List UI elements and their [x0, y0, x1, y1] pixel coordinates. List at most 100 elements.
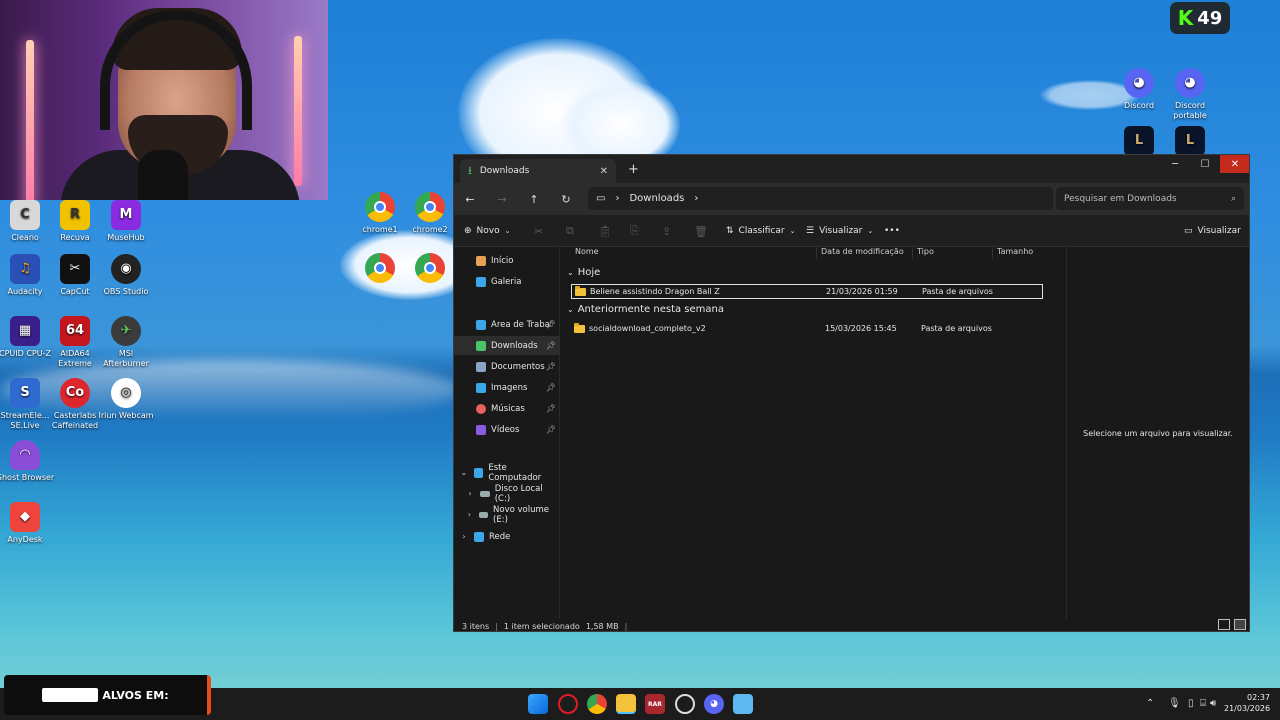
- monitor-icon: ▭: [596, 193, 606, 204]
- share-icon[interactable]: ⇪: [662, 223, 671, 239]
- chrome-icon: [415, 253, 445, 283]
- network-icon[interactable]: ⌸: [1200, 698, 1206, 709]
- sidebar-item-drive-c[interactable]: › Disco Local (C:): [454, 484, 560, 504]
- clock[interactable]: 02:37 21/03/2026: [1224, 692, 1270, 714]
- volume-icon[interactable]: 🔊︎: [1210, 698, 1216, 709]
- sidebar-item-music[interactable]: Músicas 📌︎: [454, 399, 560, 418]
- webcam-feed: [0, 0, 328, 200]
- refresh-button[interactable]: ↻: [558, 191, 574, 207]
- home-icon: [476, 255, 486, 266]
- desktop-icon-ghost-browser[interactable]: ◠ Ghost Browser: [0, 440, 56, 483]
- copy-icon[interactable]: ⧉: [566, 223, 574, 239]
- sidebar-item-gallery[interactable]: Galeria: [454, 272, 560, 291]
- device-icon[interactable]: ▯: [1188, 698, 1194, 709]
- chevron-up-icon[interactable]: ⌃: [1146, 698, 1154, 709]
- maximize-button[interactable]: ☐: [1190, 155, 1220, 173]
- discord-icon[interactable]: ◕: [704, 694, 724, 714]
- group-header-today[interactable]: ⌄ Hoje: [567, 267, 600, 278]
- chrome-icon[interactable]: [587, 694, 607, 714]
- desktop-icon-msi[interactable]: ✈ MSI Afterburner: [95, 316, 157, 369]
- search-input[interactable]: Pesquisar em Downloads ⌕: [1056, 187, 1244, 210]
- chevron-right-icon[interactable]: ›: [464, 510, 475, 519]
- column-header-name[interactable]: Nome: [575, 247, 817, 259]
- view-button[interactable]: ☰ Visualizar ⌄: [806, 223, 873, 239]
- address-bar: ← → ↑ ↻ ▭ › Downloads › Pesquisar em Dow…: [454, 183, 1249, 215]
- github-desktop-icon[interactable]: [675, 694, 695, 714]
- breadcrumb[interactable]: ▭ › Downloads ›: [588, 187, 1053, 210]
- sidebar-item-pictures[interactable]: Imagens 📌︎: [454, 378, 560, 397]
- preview-pane: Selecione um arquivo para visualizar.: [1066, 247, 1249, 619]
- pin-icon: 📌︎: [545, 341, 556, 350]
- sidebar-item-videos[interactable]: Vídeos 📌︎: [454, 420, 560, 439]
- sidebar-item-this-pc[interactable]: ⌄ Este Computador: [454, 463, 560, 483]
- desktop-icon-chrome4[interactable]: [399, 253, 461, 286]
- computer-icon: [473, 467, 484, 478]
- new-button[interactable]: ⊕ Novo ⌄: [464, 223, 511, 239]
- desktop-icon-chrome2[interactable]: chrome2: [399, 192, 461, 235]
- desktop-icon-anydesk[interactable]: ◆ AnyDesk: [0, 502, 56, 545]
- iriun-icon: ◎: [111, 378, 141, 408]
- details-pane-button[interactable]: ▭ Visualizar: [1184, 223, 1241, 239]
- column-header-size[interactable]: Tamanho: [997, 247, 1065, 259]
- rename-icon[interactable]: ⎘: [630, 223, 639, 239]
- search-placeholder: Pesquisar em Downloads: [1064, 193, 1177, 204]
- delete-icon[interactable]: 🗑︎: [694, 223, 708, 239]
- breadcrumb-downloads[interactable]: Downloads: [629, 193, 684, 204]
- selected-count: 1 item selecionado: [503, 621, 580, 631]
- recuva-icon: R: [60, 200, 90, 230]
- chrome-icon: [365, 253, 395, 283]
- up-button[interactable]: ↑: [526, 191, 542, 207]
- pin-icon: 📌︎: [545, 404, 556, 413]
- more-button[interactable]: •••: [884, 223, 900, 239]
- sidebar-item-drive-e[interactable]: › Novo volume (E:): [454, 505, 560, 525]
- sidebar-item-desktop[interactable]: Área de Trabalho📌︎: [454, 315, 560, 334]
- list-item[interactable]: Beliene assistindo Dragon Ball Z 21/03/2…: [571, 284, 1043, 299]
- sort-button[interactable]: ⇅ Classificar ⌄: [726, 223, 795, 239]
- details-view-icon[interactable]: [1218, 619, 1230, 630]
- new-tab-button[interactable]: +: [628, 162, 639, 177]
- sidebar-item-home[interactable]: Início: [454, 251, 560, 270]
- forward-button[interactable]: →: [494, 191, 510, 207]
- close-button[interactable]: ✕: [1220, 155, 1249, 173]
- chevron-right-icon[interactable]: ›: [458, 532, 470, 541]
- close-tab-icon[interactable]: ✕: [600, 166, 608, 177]
- cut-icon[interactable]: ✂: [534, 223, 543, 239]
- microphone-icon[interactable]: 🎙︎: [1168, 698, 1181, 709]
- msi-icon: ✈: [111, 316, 141, 346]
- notepad-icon[interactable]: [733, 694, 753, 714]
- column-header-date[interactable]: Data de modificação: [821, 247, 913, 259]
- chevron-down-icon: ⌄: [567, 268, 574, 277]
- paste-icon[interactable]: 📋︎: [598, 223, 612, 239]
- chevron-right-icon[interactable]: ›: [464, 489, 476, 498]
- sidebar-item-downloads[interactable]: Downloads 📌︎: [454, 336, 560, 355]
- chevron-down-icon[interactable]: ⌄: [458, 468, 470, 477]
- group-header-this-week[interactable]: ⌄ Anteriormente nesta semana: [567, 304, 724, 315]
- league-icon: L: [1124, 126, 1154, 156]
- column-header-type[interactable]: Tipo: [917, 247, 993, 259]
- minimize-button[interactable]: ─: [1160, 155, 1190, 173]
- desktop-icon-iriun[interactable]: ◎ Iriun Webcam: [95, 378, 157, 421]
- clock-time: 02:37: [1247, 693, 1271, 702]
- list-item[interactable]: socialdownload_completo_v2 15/03/2026 15…: [571, 321, 1043, 336]
- desktop-icon-obs[interactable]: ◉ OBS Studio: [95, 254, 157, 297]
- pin-icon: 📌︎: [545, 362, 556, 371]
- drive-icon: [478, 511, 489, 518]
- pin-icon: 📌︎: [545, 383, 556, 392]
- gallery-icon: [476, 276, 486, 287]
- documents-icon: [476, 361, 486, 372]
- sidebar-item-network[interactable]: › Rede: [454, 527, 560, 546]
- chevron-right-icon: ›: [694, 193, 699, 204]
- back-button[interactable]: ←: [462, 191, 478, 207]
- winrar-icon[interactable]: RAR: [645, 694, 665, 714]
- file-explorer-icon[interactable]: [616, 694, 636, 714]
- tab-title: Downloads: [479, 166, 530, 176]
- sidebar-item-documents[interactable]: Documentos 📌︎: [454, 357, 560, 376]
- windows-start-icon[interactable]: [528, 694, 548, 714]
- chrome-icon: [365, 192, 395, 222]
- tab-downloads[interactable]: ⭳ Downloads ✕: [460, 159, 616, 183]
- desktop-icon-musehub[interactable]: M MuseHub: [95, 200, 157, 243]
- opera-icon[interactable]: [558, 694, 578, 714]
- viewer-count: 49: [1197, 7, 1223, 29]
- tiles-view-icon[interactable]: [1234, 619, 1246, 630]
- desktop-icon-discord-portable[interactable]: ◕ Discord portable: [1159, 68, 1221, 121]
